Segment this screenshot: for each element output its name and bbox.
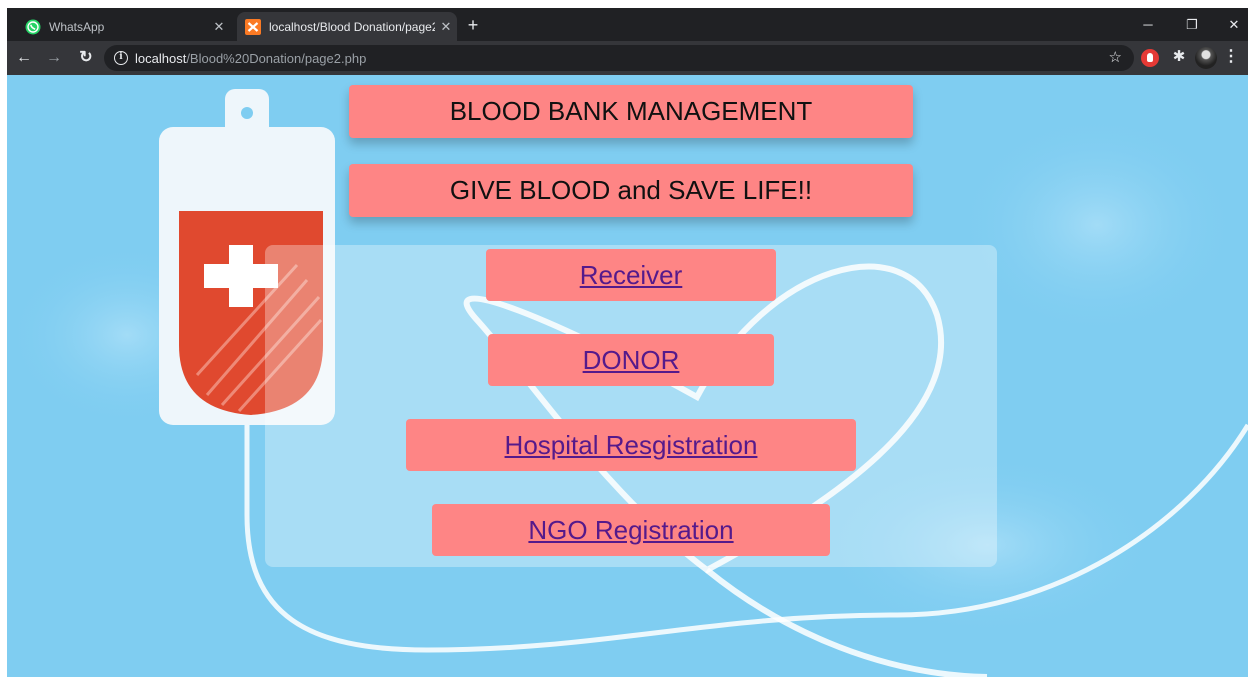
tab-title: WhatsApp [49,19,105,34]
extension-icon[interactable] [1141,49,1159,67]
receiver-link[interactable]: Receiver [486,249,776,301]
page-viewport: BLOOD BANK MANAGEMENT GIVE BLOOD and SAV… [7,75,1248,677]
profile-avatar[interactable] [1195,47,1217,69]
whatsapp-icon [25,19,41,34]
close-tab-icon[interactable]: ✕ [208,19,230,35]
tab-title: localhost/Blood Donation/page2 [269,19,435,34]
close-tab-icon[interactable]: ✕ [435,19,457,35]
back-arrow-icon[interactable]: ← [13,47,35,69]
url-path: /Blood%20Donation/page2.php [186,50,367,66]
bookmark-star-icon[interactable]: ☆ [1109,48,1122,66]
browser-toolbar: ← → ↻ i localhost/Blood%20Donation/page2… [7,41,1248,75]
extensions-puzzle-icon[interactable]: ✱ [1170,48,1188,66]
tab-page2[interactable]: localhost/Blood Donation/page2 ✕ [237,12,457,41]
minimize-icon[interactable]: ─ [1135,14,1161,36]
restore-window-icon[interactable]: ❐ [1179,14,1205,36]
xampp-icon [245,18,261,35]
close-window-icon[interactable]: ✕ [1221,14,1247,36]
reload-icon[interactable]: ↻ [75,47,97,69]
site-title-banner: BLOOD BANK MANAGEMENT [349,85,913,138]
browser-menu-icon[interactable]: ⋮ [1223,48,1239,66]
address-bar[interactable]: i localhost/Blood%20Donation/page2.php ☆ [104,45,1134,71]
ngo-registration-link[interactable]: NGO Registration [432,504,830,556]
browser-window: WhatsApp ✕ localhost/Blood Donation/page… [7,8,1248,677]
tab-strip: WhatsApp ✕ localhost/Blood Donation/page… [7,8,1248,41]
hospital-registration-link[interactable]: Hospital Resgistration [406,419,856,471]
slogan-banner: GIVE BLOOD and SAVE LIFE!! [349,164,913,217]
url-host: localhost [135,50,187,66]
new-tab-button[interactable]: + [463,16,483,36]
tab-whatsapp[interactable]: WhatsApp ✕ [17,12,230,41]
donor-link[interactable]: DONOR [488,334,774,386]
forward-arrow-icon[interactable]: → [43,47,65,69]
site-info-icon[interactable]: i [114,51,128,65]
